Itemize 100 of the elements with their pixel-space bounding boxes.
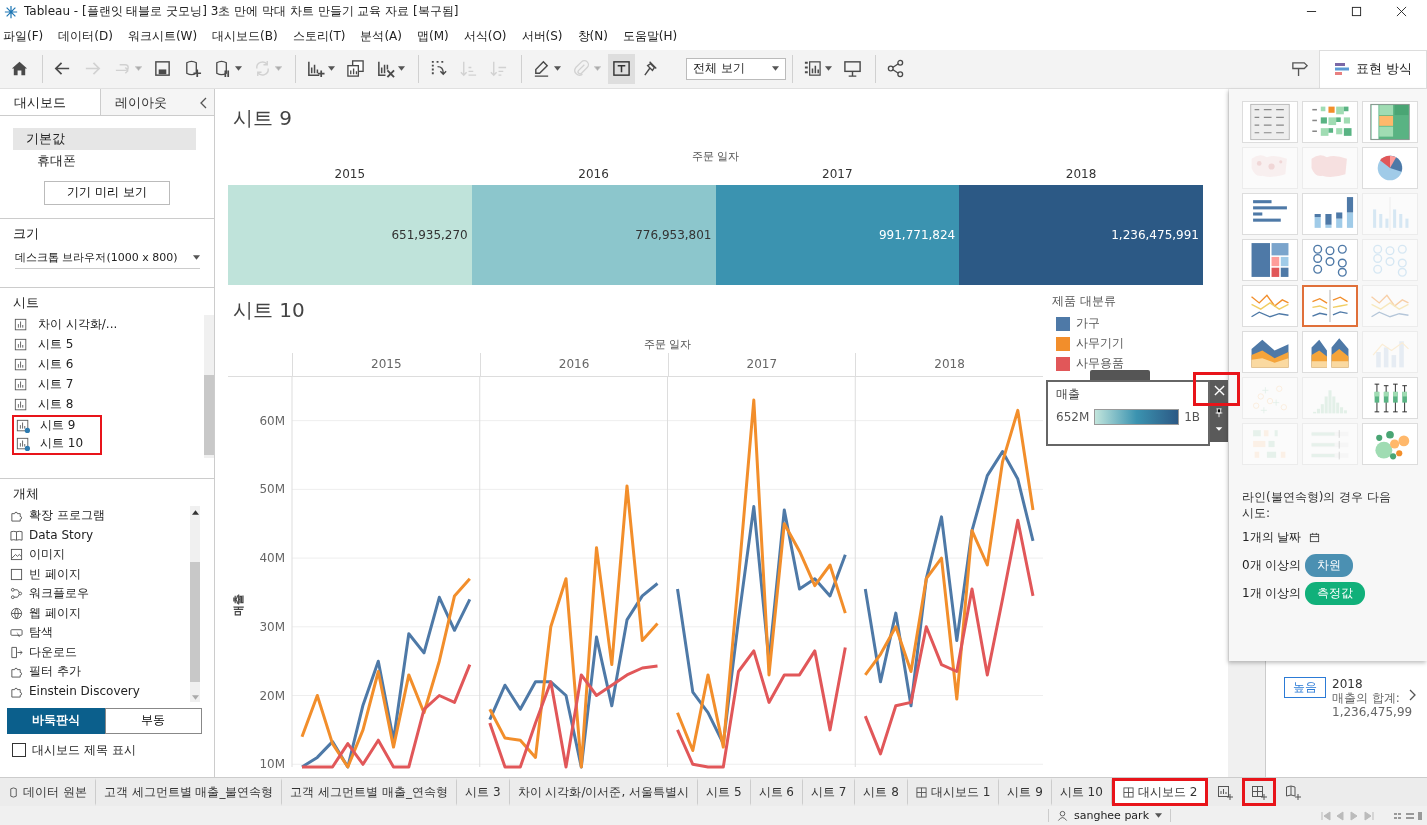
user-menu[interactable]: sanghee park: [1047, 809, 1171, 822]
caret-icon: [594, 66, 601, 72]
menu-item[interactable]: 대시보드(B): [209, 28, 290, 46]
legend-title: 매출: [1056, 385, 1081, 403]
axis-tick-label: 30M: [259, 619, 285, 634]
axis-tick-label: 20M: [259, 688, 285, 703]
device-item[interactable]: 기본값: [13, 127, 196, 150]
tooltip-value: 1,236,475,99: [1332, 704, 1413, 719]
axis-title: 매출: [232, 593, 245, 616]
show-me-tab[interactable]: 표현 방식: [1318, 49, 1427, 88]
axis-tick-label: 10M: [259, 757, 285, 772]
pause-datasource-icon: [213, 59, 232, 79]
labels-button[interactable]: [608, 53, 635, 84]
sheet-title: 시트 9: [232, 104, 294, 132]
layout-mode-button[interactable]: 부동: [104, 707, 202, 734]
object-item[interactable]: 이미지: [10, 544, 190, 565]
menu-item[interactable]: 서식(O): [460, 28, 519, 46]
menu-item[interactable]: 창(N): [574, 28, 620, 46]
menu-item[interactable]: 도움말(H): [619, 28, 690, 46]
menu-item[interactable]: 맵(M): [414, 28, 461, 46]
device-preview-button[interactable]: 기기 미리 보기: [44, 180, 170, 205]
heat-cell: 651,935,270: [228, 184, 472, 285]
menu-item[interactable]: 워크시트(W): [124, 28, 210, 46]
calendar-icon: [1309, 532, 1321, 544]
object-item[interactable]: Einstein Discovery: [10, 681, 190, 701]
legend-label: 사무용품: [1076, 355, 1124, 373]
sheet-item[interactable]: 시트 6: [12, 354, 102, 375]
maximize-icon[interactable]: [1351, 6, 1362, 18]
workflow-icon: [10, 587, 23, 601]
sheet-item[interactable]: 시트 8: [12, 394, 102, 415]
collapse-icon[interactable]: [200, 97, 208, 109]
object-item[interactable]: 확장 프로그램: [10, 505, 190, 526]
chart-type-button[interactable]: [1302, 284, 1358, 327]
view-size-dropdown[interactable]: 전체 보기: [686, 57, 786, 80]
show-title-checkbox[interactable]: 대시보드 제목 표시: [12, 741, 202, 759]
axis-tick-label: 60M: [259, 413, 285, 428]
object-item[interactable]: 다운로드: [10, 642, 190, 662]
new-dashboard-button[interactable]: [1242, 778, 1277, 807]
book-plus-icon: [1285, 784, 1302, 801]
legend-title: 제품 대분류: [1052, 292, 1117, 310]
device-item[interactable]: 휴대폰: [13, 149, 196, 172]
heat-cell: 1,236,475,991: [959, 184, 1203, 285]
scrollbar[interactable]: [190, 505, 200, 702]
range-min-label: 652M: [1056, 409, 1090, 424]
window-title: Tableau - [플랜잇 태블로 굿모닝] 3초 만에 막대 차트 만들기 교육 자료 [복구됨]: [24, 3, 459, 21]
menu-item[interactable]: 파일(F): [0, 28, 56, 46]
scrollbar[interactable]: [204, 314, 214, 458]
sheet-item[interactable]: 시트 7: [12, 374, 102, 395]
highlight-icon: [532, 59, 551, 79]
pin-icon[interactable]: [1214, 407, 1224, 418]
menu-item[interactable]: 데이터(D): [55, 28, 125, 46]
axis-tick-label: 40M: [259, 551, 285, 566]
labels-icon: [612, 59, 631, 79]
object-item[interactable]: 필터 추가: [10, 661, 190, 682]
measure-pill: 측정값: [1305, 582, 1366, 606]
layout-mode-button[interactable]: 바둑판식: [7, 707, 105, 734]
puzzle-icon: [10, 665, 23, 679]
tooltip-label: 매출의 합계:: [1332, 690, 1401, 705]
caret-icon: [135, 66, 142, 72]
new-sheet-icon: [306, 59, 325, 79]
book-icon: [10, 528, 23, 542]
caret-icon: [235, 66, 242, 72]
grid-plus-icon: [1251, 784, 1268, 801]
year-header: 2015: [333, 165, 367, 182]
close-button[interactable]: [1193, 371, 1240, 406]
chevron-right-icon[interactable]: [1409, 688, 1417, 701]
size-dropdown[interactable]: 데스크톱 브라우저(1000 x 800): [15, 249, 200, 269]
user-icon: [1056, 810, 1068, 821]
close-icon[interactable]: [1396, 6, 1407, 18]
panel-tab[interactable]: 레이아웃: [101, 88, 214, 115]
show-cards-icon: [803, 59, 822, 79]
signpost-icon[interactable]: [1289, 59, 1309, 79]
requirement-text: 0개 이상의: [1242, 557, 1302, 575]
range-max-label: 1B: [1184, 409, 1200, 424]
year-header: 2017: [821, 165, 854, 182]
column-header: 주문 일자: [690, 148, 741, 164]
sheet-item[interactable]: 차이 시각화/...: [12, 314, 122, 335]
tooltip-year: 2018: [1332, 676, 1364, 691]
menu-item[interactable]: 서버(S): [518, 28, 575, 46]
caret-icon: [193, 254, 200, 260]
close-icon: [1213, 385, 1225, 397]
object-item[interactable]: 빈 페이지: [10, 564, 190, 584]
object-item[interactable]: 탐색: [10, 622, 190, 643]
object-item[interactable]: 웹 페이지: [10, 603, 190, 623]
scroll-up-icon[interactable]: [191, 509, 199, 515]
sheet-item[interactable]: 시트 9: [12, 414, 102, 435]
tooltip-badge: 높음: [1284, 676, 1326, 698]
sheet-item[interactable]: 시트 5: [12, 334, 102, 355]
sheet-item[interactable]: 시트 10: [12, 434, 102, 455]
sheet-tab[interactable]: 대시보드 2: [1111, 778, 1209, 807]
menu-item[interactable]: 분석(A): [357, 28, 414, 46]
object-item[interactable]: Data Story: [10, 525, 190, 545]
view-mode-icon[interactable]: [1393, 810, 1423, 821]
section-heading: 크기: [12, 224, 40, 243]
object-item[interactable]: 워크플로우: [10, 583, 190, 604]
share-icon: [886, 59, 905, 79]
menu-item[interactable]: 스토리(T): [289, 28, 358, 46]
caret-icon: [772, 66, 779, 72]
sort-desc-icon: [489, 59, 508, 79]
drag-handle[interactable]: [1090, 369, 1150, 380]
